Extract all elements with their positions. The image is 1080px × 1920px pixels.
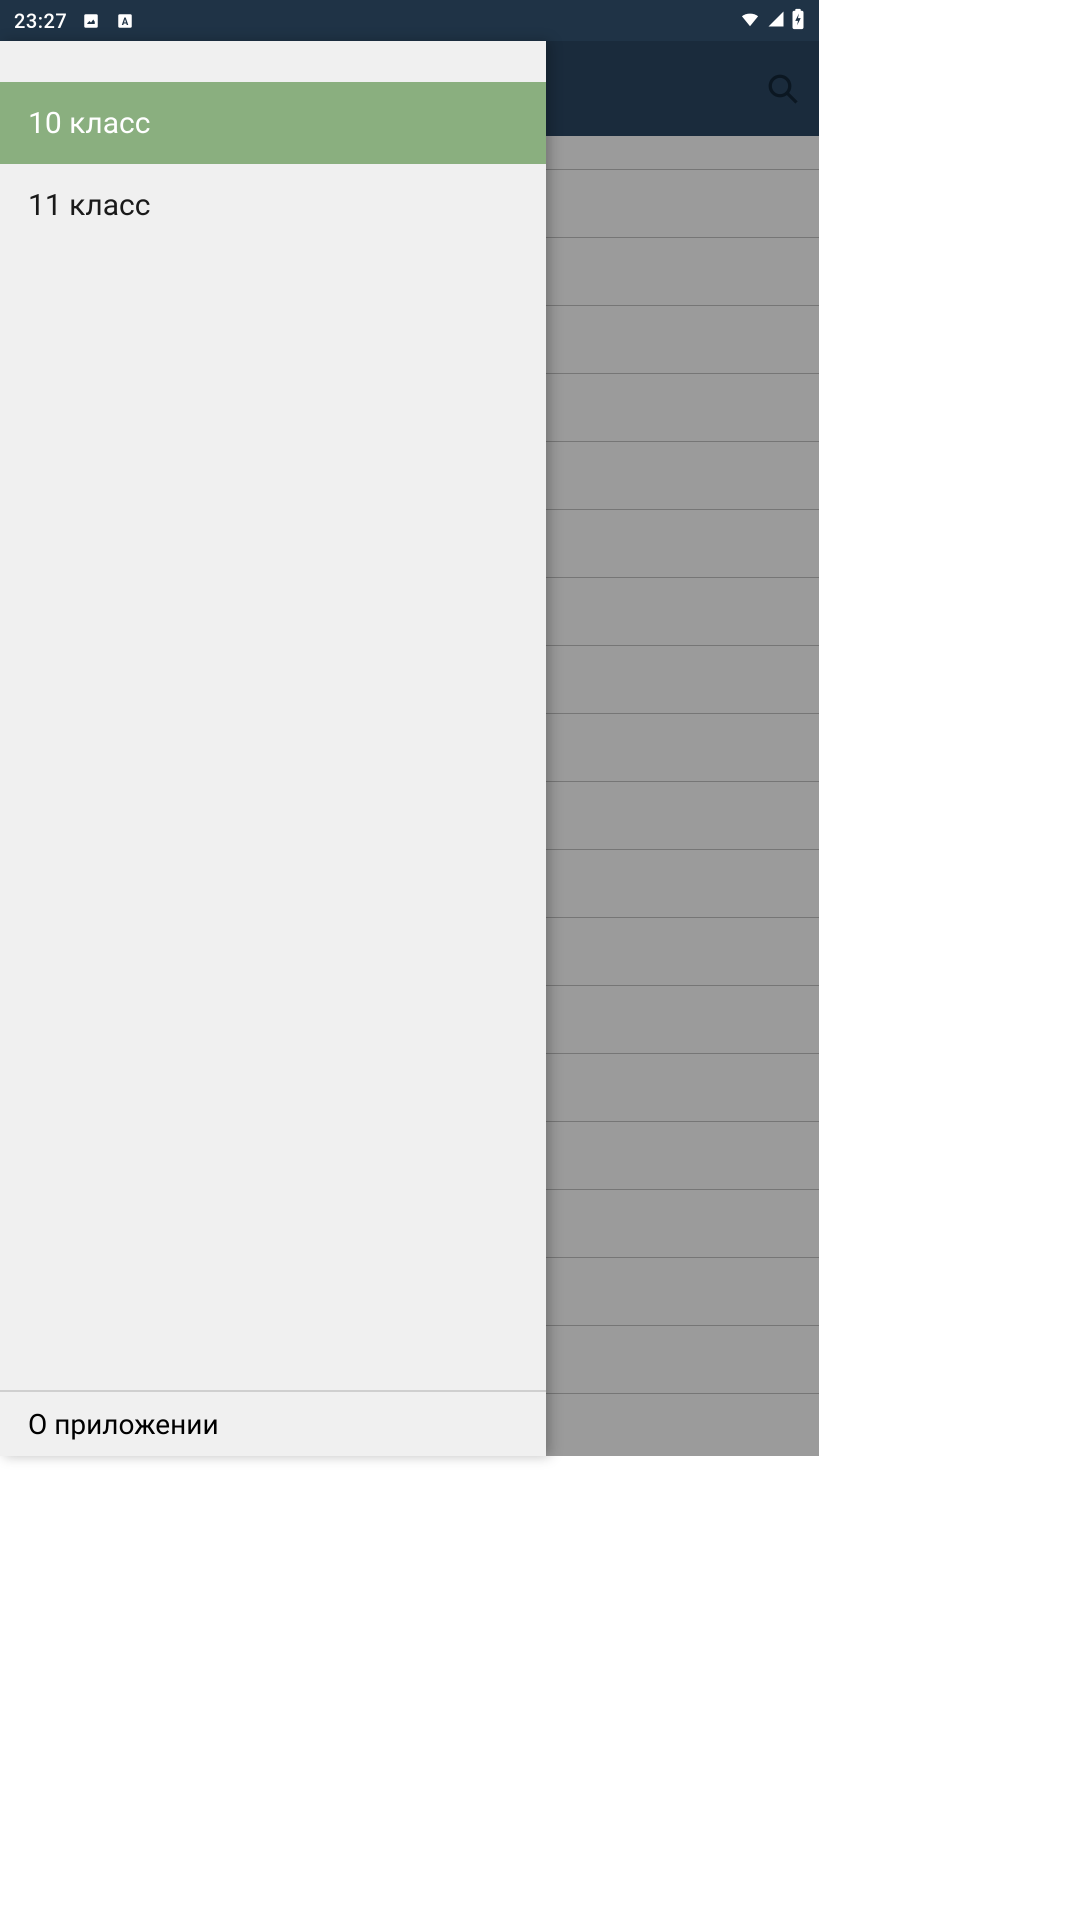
- drawer-item-label: 10 класс: [28, 106, 150, 141]
- status-left: 23:27 A: [14, 9, 135, 33]
- drawer-item-label: 11 класс: [28, 188, 150, 223]
- battery-charging-icon: [791, 8, 805, 34]
- text-a-icon: A: [115, 11, 135, 31]
- status-right: [739, 8, 805, 34]
- navigation-drawer: 10 класс 11 класс О приложении: [0, 41, 546, 1456]
- status-time: 23:27: [14, 9, 67, 33]
- svg-text:A: A: [122, 16, 129, 27]
- wifi-icon: [739, 10, 761, 32]
- drawer-about[interactable]: О приложении: [0, 1390, 546, 1456]
- drawer-about-label: О приложении: [28, 1408, 219, 1441]
- drawer-item-0[interactable]: 10 класс: [0, 82, 546, 164]
- status-bar: 23:27 A: [0, 0, 819, 41]
- picture-icon: [81, 11, 101, 31]
- drawer-fill: [0, 246, 546, 1390]
- drawer-spacer: [0, 41, 546, 82]
- drawer-item-1[interactable]: 11 класс: [0, 164, 546, 246]
- cell-signal-icon: [767, 10, 785, 32]
